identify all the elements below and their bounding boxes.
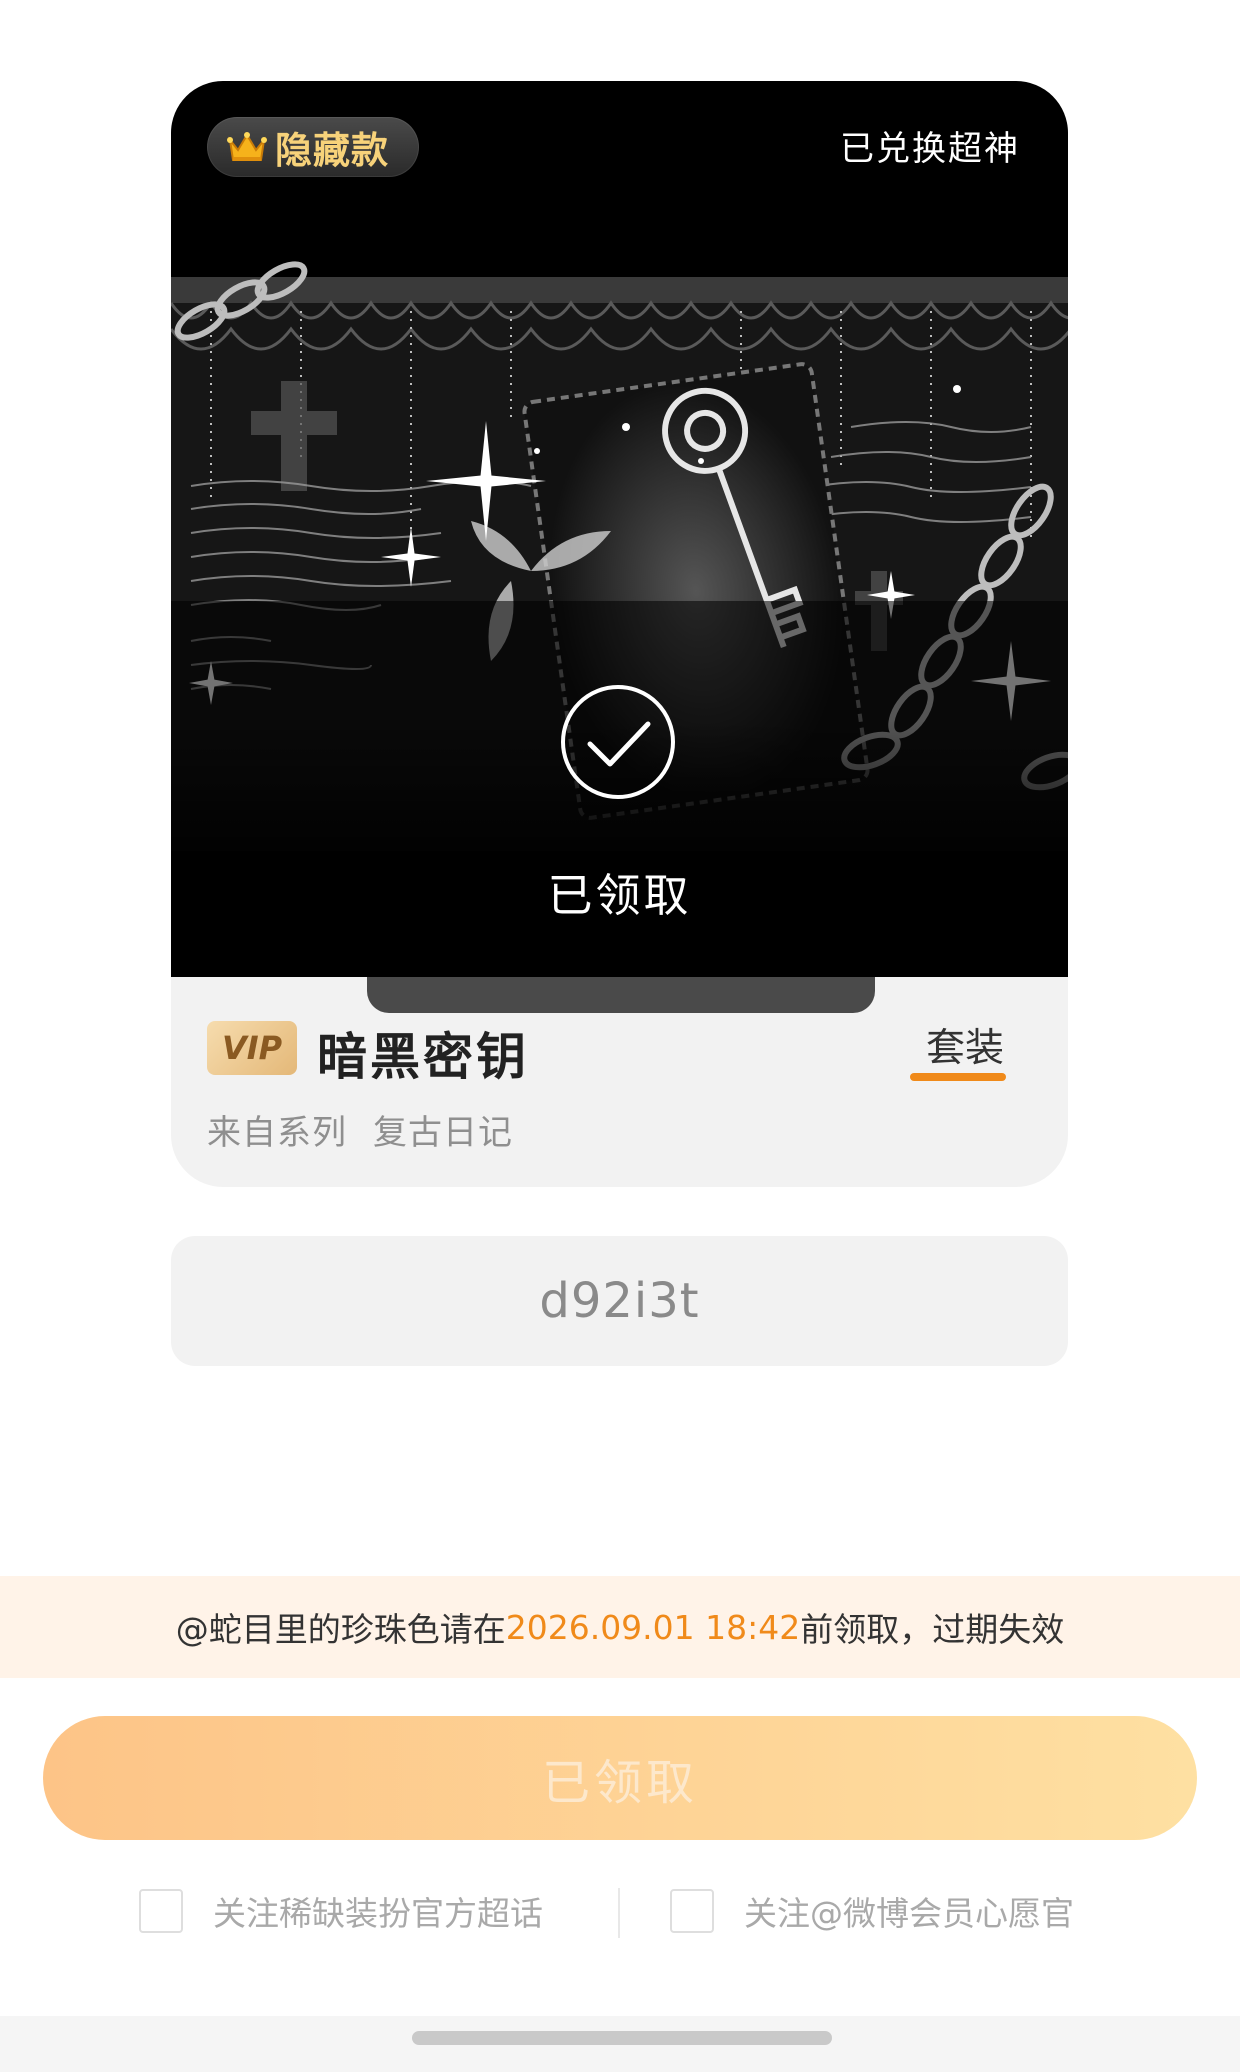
claim-button-label: 已领取	[541, 1757, 698, 1810]
vip-label: VIP	[221, 1029, 283, 1067]
follow-topic-label: 关注稀缺装扮官方超话	[213, 1894, 543, 1933]
badge-label: 隐藏款	[275, 129, 389, 172]
redeem-code: d92i3t	[539, 1273, 700, 1329]
options-divider	[618, 1888, 620, 1938]
follow-account-label: 关注@微博会员心愿官	[744, 1894, 1074, 1933]
vip-badge: VIP	[207, 1021, 297, 1075]
artwork-area: 隐藏款 已兑换超神 已领取	[171, 81, 1068, 977]
follow-account-option[interactable]: 关注@微博会员心愿官	[670, 1886, 1074, 1936]
notice-deadline: 2026.09.01 18:42	[505, 1607, 801, 1647]
series-line: 来自系列 复古日记	[207, 1105, 513, 1154]
redeem-code-box[interactable]: d92i3t	[171, 1236, 1068, 1366]
redeemed-status: 已兑换超神	[840, 129, 1020, 169]
claimed-overlay-text: 已领取	[547, 869, 692, 922]
follow-topic-checkbox[interactable]	[139, 1889, 183, 1933]
card-tab-strip	[367, 977, 875, 1013]
hidden-edition-badge: 隐藏款	[207, 117, 419, 177]
key-artwork	[171, 261, 1068, 977]
series-label: 来自系列	[207, 1113, 347, 1153]
follow-topic-option[interactable]: 关注稀缺装扮官方超话	[139, 1886, 543, 1936]
notice-suffix: 前领取，过期失效	[800, 1610, 1065, 1649]
series-name[interactable]: 复古日记	[373, 1113, 513, 1153]
notice-prefix: @蛇目里的珍珠色请在	[175, 1610, 506, 1649]
set-tag[interactable]: 套装	[926, 1017, 1004, 1073]
item-title: 暗黑密钥	[317, 1028, 529, 1086]
skin-card[interactable]: 隐藏款 已兑换超神 已领取 VIP 暗黑密钥 套装 来自系列 复古日记	[171, 81, 1068, 1187]
set-tag-underline	[910, 1073, 1006, 1081]
claim-button[interactable]: 已领取	[43, 1716, 1197, 1840]
crown-icon	[227, 132, 267, 161]
deadline-notice: @蛇目里的珍珠色请在 2026.09.01 18:42 前领取，过期失效	[0, 1576, 1240, 1678]
home-indicator[interactable]	[412, 2031, 832, 2045]
check-circle-icon	[561, 685, 675, 799]
follow-account-checkbox[interactable]	[670, 1889, 714, 1933]
